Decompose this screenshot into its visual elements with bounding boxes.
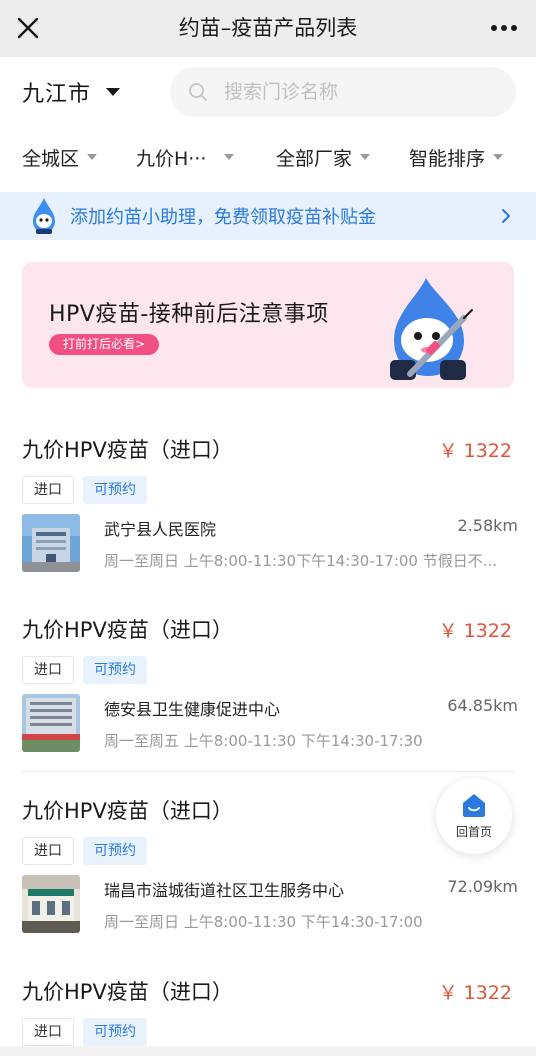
vaccine-name: 九价HPV疫苗（进口） <box>22 980 233 1004</box>
assistant-banner-text: 添加约苗小助理，免费领取疫苗补贴金 <box>70 207 376 228</box>
home-button-label: 回首页 <box>455 825 492 839</box>
divider <box>22 771 514 772</box>
tag-import: 进口 <box>22 476 74 504</box>
page-title: 约苗–疫苗产品列表 <box>178 16 358 40</box>
tag-bookable: 可预约 <box>83 837 147 865</box>
tag-import: 进口 <box>22 1018 74 1046</box>
filter-label: 智能排序 <box>409 147 486 170</box>
clinic-row[interactable]: 德安县卫生健康促进中心 64.85km 周一至周五 上午8:00-11:30 下… <box>22 694 518 754</box>
vaccine-name: 九价HPV疫苗（进口） <box>22 799 233 823</box>
promo-badge[interactable]: 打前打后必看> <box>49 334 160 355</box>
clinic-name: 武宁县人民医院 <box>104 520 217 539</box>
clinic-photo <box>22 694 80 752</box>
caret-down-icon <box>87 154 98 160</box>
vaccine-price: ￥ 1322 <box>438 440 512 462</box>
filter-bar: 全城区 九价H··· 全部厂家 智能排序 <box>0 136 536 178</box>
search-box[interactable] <box>170 67 516 117</box>
tag-bookable: 可预约 <box>83 656 147 684</box>
clinic-row[interactable]: 瑞昌市溢城街道社区卫生服务中心 72.09km 周一至周日 上午8:00-11:… <box>22 875 518 935</box>
clinic-hours: 周一至周日 上午8:00-11:30下午14:30-17:00 节假日不... <box>104 552 498 570</box>
clinic-name: 瑞昌市溢城街道社区卫生服务中心 <box>104 881 345 900</box>
filter-district[interactable]: 全城区 <box>22 136 98 178</box>
filter-label: 全城区 <box>22 147 80 170</box>
search-icon <box>189 83 207 101</box>
clinic-hours: 周一至周五 上午8:00-11:30 下午14:30-17:30 <box>104 732 423 750</box>
vaccine-name: 九价HPV疫苗（进口） <box>22 438 233 462</box>
city-name: 九江市 <box>22 82 92 107</box>
clinic-distance: 64.85km <box>447 696 518 715</box>
search-input[interactable] <box>224 81 504 103</box>
clinic-distance: 72.09km <box>447 877 518 896</box>
filter-label: 全部厂家 <box>276 147 353 170</box>
chevron-right-icon <box>502 209 510 223</box>
more-icon <box>491 25 517 31</box>
vaccine-price: ￥ 1322 <box>438 982 512 1004</box>
vaccine-price: ￥ 1322 <box>438 620 512 642</box>
assistant-banner[interactable]: 添加约苗小助理，免费领取疫苗补贴金 <box>0 192 536 240</box>
filter-vaccine[interactable]: 九价H··· <box>136 136 235 178</box>
tag-import: 进口 <box>22 656 74 684</box>
city-selector[interactable]: 九江市 <box>22 72 121 112</box>
tag-bookable: 可预约 <box>83 476 147 504</box>
clinic-name: 德安县卫生健康促进中心 <box>104 700 281 719</box>
more-button[interactable] <box>484 12 524 44</box>
promo-card[interactable]: HPV疫苗-接种前后注意事项 打前打后必看> <box>22 262 514 388</box>
bottom-edge <box>0 1046 536 1056</box>
tag-import: 进口 <box>22 837 74 865</box>
clinic-distance: 2.58km <box>457 516 518 535</box>
clinic-hours: 周一至周日 上午8:00-11:30 下午14:30-17:00 <box>104 913 423 931</box>
clinic-photo <box>22 875 80 933</box>
filter-label: 九价H··· <box>136 147 207 170</box>
caret-down-icon <box>224 154 235 160</box>
vaccine-name: 九价HPV疫苗（进口） <box>22 618 233 642</box>
clinic-photo <box>22 514 80 572</box>
clinic-row[interactable]: 武宁县人民医院 2.58km 周一至周日 上午8:00-11:30下午14:30… <box>22 514 518 574</box>
tag-bookable: 可预约 <box>83 1018 147 1046</box>
filter-manufacturer[interactable]: 全部厂家 <box>276 136 371 178</box>
caret-down-icon <box>493 154 504 160</box>
caret-down-icon <box>360 154 371 160</box>
mascot-syringe-illustration <box>390 278 473 380</box>
mascot-icon <box>33 198 55 234</box>
home-button[interactable]: 回首页 <box>436 778 512 854</box>
home-icon <box>463 794 485 817</box>
nav-bar: 约苗–疫苗产品列表 <box>0 0 536 57</box>
filter-sort[interactable]: 智能排序 <box>409 136 504 178</box>
caret-down-icon <box>106 88 121 96</box>
promo-title: HPV疫苗-接种前后注意事项 <box>49 302 329 327</box>
